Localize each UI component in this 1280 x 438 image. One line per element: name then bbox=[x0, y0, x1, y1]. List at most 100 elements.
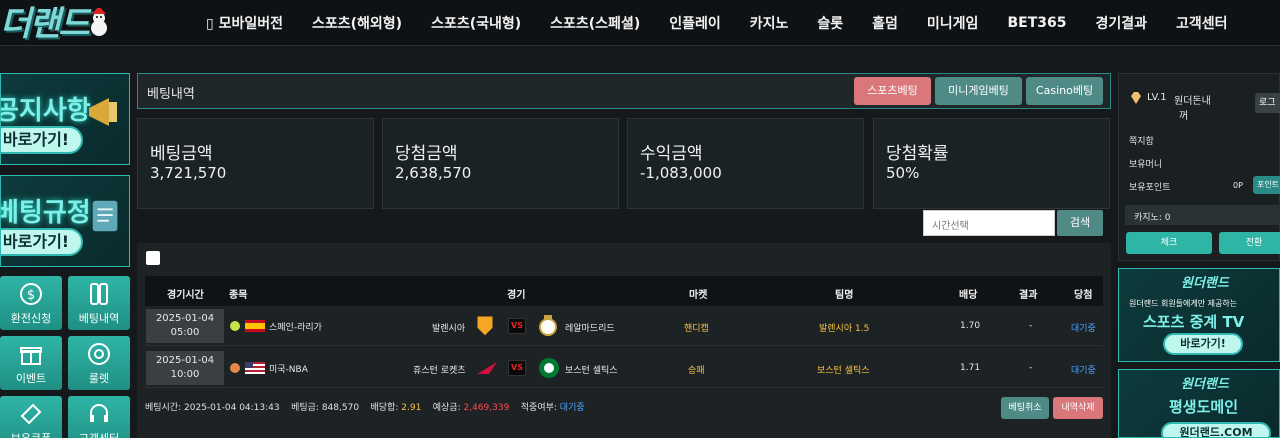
col-header: 당첨 bbox=[1074, 290, 1093, 301]
tile-label: 환전신청 bbox=[10, 312, 52, 325]
nav-item-support[interactable]: 고객센터 bbox=[1176, 13, 1228, 33]
rules-banner-button[interactable]: 바로가기! bbox=[1, 228, 83, 256]
stat-win-amount: 당첨금액 2,638,570 bbox=[382, 118, 619, 209]
nav-item-holdem[interactable]: 홀덤 bbox=[872, 13, 898, 33]
bet-slip-panel: 경기시간 종목 경기 마켓 팀명 배당 결과 당첨 2025-01-04 05:0… bbox=[137, 243, 1111, 438]
col-header: 팀명 bbox=[835, 290, 854, 301]
casino-balance-label: 카지노: 0 bbox=[1134, 213, 1171, 223]
stat-value: -1,083,000 bbox=[640, 164, 722, 182]
tile-coupon[interactable]: 보유쿠폰 bbox=[0, 396, 62, 438]
search-button[interactable]: 검색 bbox=[1057, 210, 1103, 236]
tile-roulette[interactable]: 룰렛 bbox=[68, 336, 130, 390]
betslip-icon bbox=[90, 283, 108, 305]
svg-text:$: $ bbox=[27, 288, 35, 303]
bet-time-label: 베팅시간: bbox=[145, 403, 182, 413]
stat-value: 50% bbox=[886, 164, 920, 182]
main-nav: ▯ 모바일버전 스포츠(해외형) 스포츠(국내형) 스포츠(스페셜) 인플레이 … bbox=[206, 0, 1228, 46]
col-header: 경기시간 bbox=[167, 290, 204, 301]
nav-item-casino[interactable]: 카지노 bbox=[750, 13, 789, 33]
home-team: 휴스턴 로켓츠 bbox=[413, 366, 466, 376]
nav-item-sports-domestic[interactable]: 스포츠(국내형) bbox=[431, 13, 521, 33]
vs-badge: VS bbox=[508, 318, 526, 334]
bet-history-header: 베팅내역 스포츠베팅 미니게임베팅 Casino베팅 bbox=[137, 73, 1111, 109]
snowman-icon bbox=[91, 8, 107, 36]
result: - bbox=[1029, 321, 1033, 331]
nav-item-minigame[interactable]: 미니게임 bbox=[927, 13, 979, 33]
select-checkbox[interactable] bbox=[146, 251, 160, 265]
bet-amount-label: 베팅금: bbox=[291, 403, 319, 413]
logout-button[interactable]: 로그 bbox=[1255, 93, 1280, 113]
points-button[interactable]: 포인트 bbox=[1253, 176, 1280, 194]
stat-value: 3,721,570 bbox=[150, 164, 227, 182]
nav-item-sports-special[interactable]: 스포츠(스페셜) bbox=[550, 13, 640, 33]
pick: 보스턴 셀틱스 bbox=[817, 366, 870, 376]
stat-label: 베팅금액 bbox=[150, 144, 213, 164]
page-title: 베팅내역 bbox=[147, 87, 195, 102]
tile-support[interactable]: 고객센터 bbox=[68, 396, 130, 438]
match-date: 2025-01-04 bbox=[155, 355, 215, 366]
col-header: 종목 bbox=[229, 290, 248, 301]
rules-banner[interactable]: 베팅규정 바로가기! bbox=[0, 175, 130, 267]
domain-banner[interactable]: 원더랜드 평생도메인 원더랜드.COM bbox=[1118, 369, 1280, 438]
match-time: 2025-01-04 10:00 bbox=[146, 351, 224, 385]
notes-label[interactable]: 쪽지함 bbox=[1129, 134, 1154, 147]
result: - bbox=[1029, 363, 1033, 373]
sports-tv-banner[interactable]: 원더랜드 원더랜드 회원들에게만 제공하는 스포츠 중계 TV 바로가기! bbox=[1118, 268, 1280, 362]
coin-icon: $ bbox=[20, 283, 42, 305]
banner-brand: 원더랜드 bbox=[1181, 276, 1229, 291]
tab-casino-bet[interactable]: Casino베팅 bbox=[1026, 77, 1103, 105]
bet-summary: 베팅시간: 2025-01-04 04:13:43 베팅금: 848,570 배… bbox=[145, 400, 585, 413]
table-row: 2025-01-04 10:00 미국-NBA 휴스턴 로켓츠 VS 보스턴 셀틱… bbox=[145, 348, 1103, 388]
tile-bet-history[interactable]: 베팅내역 bbox=[68, 276, 130, 330]
nav-item-mobile[interactable]: ▯ 모바일버전 bbox=[206, 13, 283, 33]
stat-value: 2,638,570 bbox=[395, 164, 472, 182]
user-name: 원더돈내 bbox=[1174, 96, 1211, 107]
stat-label: 수익금액 bbox=[640, 144, 703, 164]
tile-event[interactable]: 이벤트 bbox=[0, 336, 62, 390]
banner-line1: 평생도메인 bbox=[1169, 398, 1239, 416]
home-team: 발렌시아 bbox=[432, 324, 466, 334]
basketball-icon bbox=[230, 363, 240, 373]
tile-label: 룰렛 bbox=[88, 372, 110, 385]
spain-flag-icon bbox=[245, 320, 265, 332]
odds: 1.70 bbox=[960, 321, 981, 331]
nav-item-bet365[interactable]: BET365 bbox=[1007, 15, 1066, 31]
banner-line2: 스포츠 중계 TV bbox=[1143, 313, 1245, 331]
cancel-bet-button[interactable]: 베팅취소 bbox=[1001, 397, 1049, 419]
away-team: 레알마드리드 bbox=[565, 324, 615, 334]
pick: 발렌시아 1.5 bbox=[819, 324, 870, 334]
nav-item-inplay[interactable]: 인플레이 bbox=[669, 13, 721, 33]
banner-button[interactable]: 바로가기! bbox=[1163, 333, 1243, 355]
bet-time: 2025-01-04 04:13:43 bbox=[184, 403, 280, 413]
nav-item-results[interactable]: 경기결과 bbox=[1095, 13, 1147, 33]
usa-flag-icon bbox=[245, 362, 265, 374]
status: 대기중 bbox=[1071, 324, 1096, 334]
stat-bet-amount: 베팅금액 3,721,570 bbox=[137, 118, 374, 209]
coupon-icon bbox=[20, 403, 42, 425]
exchange-button[interactable]: 전환 bbox=[1219, 232, 1280, 254]
gift-icon bbox=[20, 347, 42, 365]
nav-item-slot[interactable]: 슬롯 bbox=[817, 13, 843, 33]
market: 승패 bbox=[688, 366, 705, 376]
stat-win-rate: 당첨확률 50% bbox=[873, 118, 1110, 209]
tile-label: 고객센터 bbox=[68, 430, 130, 438]
user-name-cont: 꺼 bbox=[1179, 111, 1189, 122]
time-select-input[interactable]: 시간선택 bbox=[923, 210, 1055, 236]
notice-banner-button[interactable]: 바로가기! bbox=[1, 126, 83, 154]
clipboard-icon bbox=[92, 200, 118, 232]
market: 핸디캡 bbox=[684, 324, 709, 334]
match-time: 2025-01-04 05:00 bbox=[146, 309, 224, 343]
nav-item-sports-intl[interactable]: 스포츠(해외형) bbox=[312, 13, 402, 33]
valencia-logo-icon bbox=[476, 315, 494, 337]
notice-banner[interactable]: 공지사항 바로가기! bbox=[0, 73, 130, 165]
rockets-logo-icon bbox=[477, 362, 497, 374]
check-button[interactable]: 체크 bbox=[1126, 232, 1212, 254]
hit-status: 대기중 bbox=[559, 403, 585, 413]
banner-brand: 원더랜드 bbox=[1181, 377, 1229, 392]
expected-amount: 2,469,339 bbox=[463, 403, 510, 413]
tile-exchange[interactable]: $ 환전신청 bbox=[0, 276, 62, 330]
tab-minigame-bet[interactable]: 미니게임베팅 bbox=[935, 77, 1022, 105]
tab-sports-bet[interactable]: 스포츠베팅 bbox=[854, 77, 931, 105]
odds-sum: 2.91 bbox=[401, 403, 422, 413]
delete-history-button[interactable]: 내역삭제 bbox=[1053, 397, 1103, 419]
